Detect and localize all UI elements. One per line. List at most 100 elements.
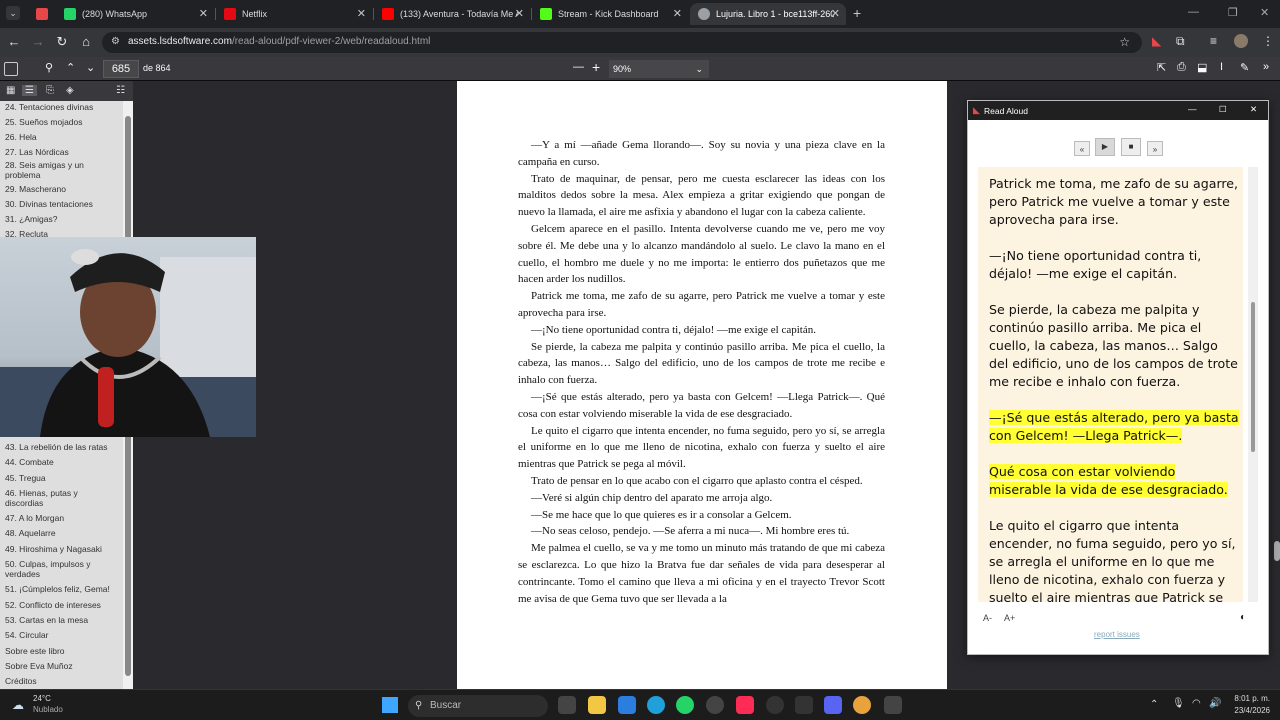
outline-item[interactable]: 51. ¡Cúmplelos feliz, Gema!	[5, 584, 110, 594]
close-tab-icon[interactable]: ✕	[357, 7, 366, 20]
whatsapp-taskbar-icon[interactable]	[676, 696, 694, 714]
zoom-select[interactable]: 90% ⌄	[609, 60, 709, 78]
close-tab-icon[interactable]: ✕	[831, 7, 840, 20]
print-icon[interactable]: ⎙	[1177, 61, 1186, 74]
text-select-icon[interactable]: I	[1220, 61, 1223, 73]
sidebar-toggle-icon[interactable]	[4, 62, 18, 76]
outline-item[interactable]: 26. Hela	[5, 132, 37, 142]
microphone-icon[interactable]: 🎙	[1172, 698, 1185, 709]
back-icon[interactable]: ←	[5, 34, 23, 49]
reload-icon[interactable]: ↻	[53, 34, 71, 50]
outline-item[interactable]: 45. Tregua	[5, 473, 46, 483]
chevron-up-icon[interactable]: ⌃	[1150, 699, 1158, 710]
outline-item[interactable]: 30. Divinas tentaciones	[5, 199, 93, 209]
zoom-in-icon[interactable]: +	[592, 59, 600, 75]
outline-item[interactable]: 28. Seis amigas y un	[5, 160, 84, 170]
outline-item[interactable]: 24. Tentaciones divinas	[5, 102, 93, 112]
outline-item[interactable]: problema	[5, 170, 40, 180]
minimize-icon[interactable]: —	[1188, 104, 1197, 114]
report-issues-link[interactable]: report issues	[1094, 630, 1140, 639]
stop-button[interactable]: ■	[1121, 138, 1141, 156]
edge-icon[interactable]	[647, 696, 665, 714]
store-icon[interactable]	[618, 696, 636, 714]
new-tab-button[interactable]: +	[853, 5, 861, 21]
outline-item[interactable]: discordias	[5, 498, 43, 508]
read-aloud-scrollbar[interactable]	[1248, 167, 1258, 602]
viewer-scrollbar-thumb[interactable]	[1274, 541, 1280, 561]
tab-lujuria-active[interactable]: Lujuria. Libro 1 - bce113ff-2606…✕	[690, 3, 846, 25]
restore-icon[interactable]: ❐	[1228, 6, 1238, 19]
outline-item[interactable]: 44. Combate	[5, 457, 54, 467]
tiktok-icon[interactable]	[736, 696, 754, 714]
layers-icon[interactable]: ◈	[66, 85, 74, 96]
find-icon[interactable]: ⚲	[45, 61, 53, 74]
outline-item[interactable]: 48. Aquelarre	[5, 528, 56, 538]
outline-item[interactable]: Sobre este libro	[5, 646, 65, 656]
rewind-button[interactable]: «	[1074, 141, 1090, 156]
site-info-icon[interactable]: ⚙	[111, 36, 120, 47]
menu-icon[interactable]: ⋮	[1262, 34, 1274, 48]
font-increase-button[interactable]: A+	[1004, 613, 1015, 623]
bookmark-star-icon[interactable]: ☆	[1119, 35, 1130, 49]
current-outline-icon[interactable]: ☷	[116, 85, 125, 96]
outline-item[interactable]: 25. Sueños mojados	[5, 117, 83, 127]
outline-item[interactable]: 52. Conflicto de intereses	[5, 600, 101, 610]
page-number-input[interactable]: 685	[103, 60, 139, 78]
extensions-icon[interactable]: ⧉	[1176, 34, 1185, 49]
task-view-icon[interactable]	[558, 696, 576, 714]
app-icon[interactable]	[706, 696, 724, 714]
minimize-icon[interactable]: —	[1188, 6, 1199, 18]
outline-item[interactable]: verdades	[5, 569, 40, 579]
close-tab-icon[interactable]: ✕	[673, 7, 682, 20]
tab-netflix[interactable]: Netflix ✕	[216, 3, 372, 25]
forward-icon[interactable]: →	[29, 34, 47, 49]
outline-item[interactable]: 27. Las Nórdicas	[5, 147, 69, 157]
tab-kick[interactable]: Stream - Kick Dashboard ✕	[532, 3, 688, 25]
outline-item[interactable]: 54. Circular	[5, 630, 48, 640]
zoom-out-icon[interactable]: —	[573, 61, 584, 73]
open-file-icon[interactable]: ⇱	[1157, 61, 1166, 74]
scrollbar-thumb[interactable]	[1251, 302, 1255, 452]
home-icon[interactable]: ⌂	[77, 34, 95, 49]
taskbar-search[interactable]: ⚲ Buscar	[408, 695, 548, 717]
close-tab-icon[interactable]: ✕	[515, 7, 524, 20]
tools-chevron-icon[interactable]: »	[1263, 61, 1269, 73]
clock-time[interactable]: 8:01 p. m.	[1230, 694, 1270, 703]
volume-icon[interactable]: 🔊	[1209, 698, 1221, 709]
close-tab-icon[interactable]: ✕	[199, 7, 208, 20]
outline-item[interactable]: 53. Cartas en la mesa	[5, 615, 88, 625]
file-explorer-icon[interactable]	[588, 696, 606, 714]
media-controls-icon[interactable]: ≡	[1210, 34, 1217, 48]
obs-icon[interactable]	[766, 696, 784, 714]
attachments-icon[interactable]: ⎘	[46, 85, 54, 96]
maximize-icon[interactable]: ☐	[1219, 104, 1227, 115]
outline-item[interactable]: 43. La rebelión de las ratas	[5, 442, 108, 452]
outline-item[interactable]: 49. Hiroshima y Nagasaki	[5, 544, 102, 554]
previous-page-icon[interactable]: ⌃	[66, 61, 75, 74]
outline-item[interactable]: 46. Hienas, putas y	[5, 488, 78, 498]
next-page-icon[interactable]: ⌄	[86, 61, 95, 74]
tab-youtube[interactable]: (133) Aventura - Todavía Me A… ✕	[374, 3, 530, 25]
close-window-icon[interactable]: ✕	[1260, 6, 1269, 19]
outline-item[interactable]: 29. Mascherano	[5, 184, 66, 194]
discord-icon[interactable]	[824, 696, 842, 714]
windows-start-icon[interactable]	[382, 697, 398, 713]
omnibox[interactable]: ⚙ assets.lsdsoftware.com/read-aloud/pdf-…	[102, 32, 1142, 53]
read-aloud-extension-icon[interactable]: ◣	[1152, 34, 1161, 48]
chrome-icon[interactable]	[853, 696, 871, 714]
outline-item[interactable]: Créditos	[5, 676, 37, 686]
save-icon[interactable]: ⬓	[1197, 61, 1207, 74]
outline-item[interactable]: Sobre Eva Muñoz	[5, 661, 73, 671]
outline-item[interactable]: 50. Culpas, impulsos y	[5, 559, 91, 569]
clock-date[interactable]: 23/4/2026	[1230, 706, 1270, 715]
font-decrease-button[interactable]: A-	[983, 613, 992, 623]
outline-item[interactable]: 47. A lo Morgan	[5, 513, 64, 523]
wifi-icon[interactable]: ◠	[1192, 698, 1201, 709]
tab-whatsapp[interactable]: (280) WhatsApp ✕	[56, 3, 214, 25]
profile-avatar[interactable]	[1234, 34, 1248, 48]
draw-icon[interactable]: ✎	[1240, 61, 1249, 74]
read-aloud-taskbar-icon[interactable]	[884, 696, 902, 714]
capcut-icon[interactable]	[795, 696, 813, 714]
forward-button[interactable]: »	[1147, 141, 1163, 156]
thumbnails-icon[interactable]: ▦	[6, 85, 15, 96]
